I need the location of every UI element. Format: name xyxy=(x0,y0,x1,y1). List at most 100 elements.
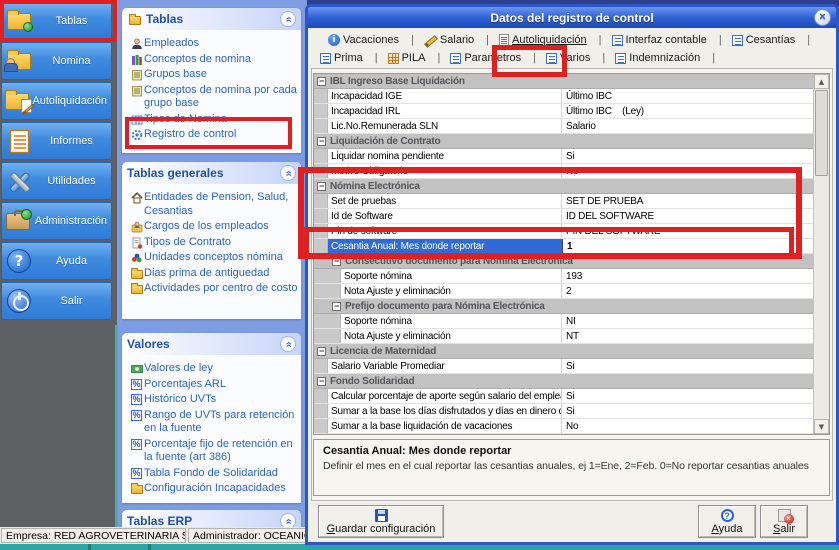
administration-toolbox-icon xyxy=(2,213,35,230)
collapse-icon[interactable] xyxy=(317,182,326,191)
colored-dots-icon xyxy=(129,252,144,264)
taskbar-tick xyxy=(148,544,151,550)
tab-indemnizacion[interactable]: Indemnización xyxy=(610,52,720,64)
save-configuration-button[interactable]: Guardar configuración xyxy=(318,505,444,538)
grid-row-nota-ajuste-prefijo[interactable]: Nota Ajuste y eliminación NT xyxy=(314,329,813,344)
sidebar-item-informes[interactable]: Informes xyxy=(1,122,112,160)
grid-row-sumar-dias[interactable]: Sumar a la base los días disfrutados y d… xyxy=(314,404,813,419)
grid-row-incapacidad-irl[interactable]: Incapacidad IRL Último IBC (Ley) xyxy=(314,104,813,119)
sidebar-item-autoliquidacion[interactable]: Autoliquidación xyxy=(1,82,112,120)
collapse-icon[interactable] xyxy=(332,302,341,311)
tab-vacaciones[interactable]: i Vacaciones xyxy=(323,34,419,46)
exit-icon xyxy=(778,509,791,522)
sidebar-item-administracion[interactable]: Administración xyxy=(1,202,112,240)
collapse-chevron-icon[interactable] xyxy=(280,165,296,181)
grid-row-set-de-pruebas[interactable]: Set de pruebas SET DE PRUEBA xyxy=(314,194,813,209)
nav-item-config-incapacidades[interactable]: Configuración Incapacidades xyxy=(129,482,299,496)
grid-row-nota-ajuste-consecutivo[interactable]: Nota Ajuste y eliminación 2 xyxy=(314,284,813,299)
tab-salario[interactable]: Salario xyxy=(419,34,494,47)
nav-item-dias-prima[interactable]: Dias prima de antiguedad xyxy=(129,267,299,281)
close-icon[interactable]: × xyxy=(814,9,831,26)
collapse-chevron-icon[interactable] xyxy=(280,336,296,352)
nav-item-conceptos-grupo-base[interactable]: Conceptos de nomina por cada grupo base xyxy=(129,84,299,111)
nav-item-unidades[interactable]: Unidades conceptos nómina xyxy=(129,251,299,265)
taskbar-tick xyxy=(88,544,91,550)
nav-item-empleados[interactable]: Empleados xyxy=(129,37,299,51)
task-card-header[interactable]: Valores xyxy=(122,333,301,355)
grid-row-cesantia-anual-selected[interactable]: Cesantia Anual: Mes donde reportar 1 xyxy=(314,239,813,254)
nav-item-grupos-base[interactable]: Grupos base xyxy=(129,68,299,82)
status-company: Empresa: RED AGROVETERINARIA S.A. xyxy=(1,528,186,543)
grid-row-salario-variable[interactable]: Salario Variable Promediar Si xyxy=(314,359,813,374)
grid-row-lic-no-remunerada[interactable]: Lic.No.Remunerada SLN Salario xyxy=(314,119,813,134)
tab-parametros[interactable]: Parametros xyxy=(445,52,541,64)
sidebar-item-nomina[interactable]: Nomina xyxy=(1,42,112,80)
collapse-icon[interactable] xyxy=(332,257,341,266)
nav-item-registro-de-control[interactable]: Registro de control xyxy=(129,128,299,142)
help-button[interactable]: ? Ayuda xyxy=(698,505,756,538)
nav-item-porcentajes-arl[interactable]: % Porcentajes ARL xyxy=(129,378,299,392)
dialog-title-bar[interactable]: Datos del registro de control × xyxy=(308,7,836,28)
exit-button[interactable]: Salir xyxy=(760,505,808,538)
grid-row-id-de-software[interactable]: Id de Software ID DEL SOFTWARE xyxy=(314,209,813,224)
nav-item-rango-uvts[interactable]: % Rango de UVTs para retención en la fue… xyxy=(129,409,299,436)
person-badge-icon xyxy=(129,221,144,233)
tab-pila[interactable]: PILA xyxy=(383,52,446,64)
grid-section-liquidacion-contrato: Liquidación de Contrato xyxy=(314,134,813,149)
collapse-icon[interactable] xyxy=(317,377,326,386)
tab-interfaz-contable[interactable]: Interfaz contable xyxy=(607,34,727,46)
nav-item-porcentaje-fijo[interactable]: % Porcentaje fijo de retención en la fue… xyxy=(129,438,299,465)
sidebar-item-utilidades[interactable]: Utilidades xyxy=(1,162,112,200)
nav-item-conceptos-nomina[interactable]: Conceptos de nomina xyxy=(129,53,299,67)
tab-autoliquidacion[interactable]: Autoliquidación xyxy=(494,34,606,46)
nav-item-tabla-fondo[interactable]: % Tabla Fondo de Solidaridad xyxy=(129,467,299,481)
grid-row-soporte-nomina-consecutivo[interactable]: Soporte nómina 193 xyxy=(314,269,813,284)
list-icon xyxy=(450,53,461,64)
tab-cesantias[interactable]: Cesantías xyxy=(727,34,815,46)
tab-varios[interactable]: Varios xyxy=(541,52,610,64)
grid-row-incapacidad-ige[interactable]: Incapacidad IGE Último IBC xyxy=(314,89,813,104)
property-grid: IBL Ingreso Base Liquidación Incapacidad… xyxy=(313,73,830,435)
sidebar-item-salir[interactable]: Salir xyxy=(1,282,112,320)
scroll-up-icon[interactable] xyxy=(814,74,829,89)
tab-row-2: Prima PILA Parametros Varios Indemnizaci… xyxy=(315,50,720,66)
grid-row-motivo-obligatorio[interactable]: Motivo Obligatorio No xyxy=(314,164,813,179)
grid-row-calcular-porcentaje[interactable]: Calcular porcentaje de aporte según sala… xyxy=(314,389,813,404)
task-card-header[interactable]: Tablas xyxy=(122,8,301,30)
scrollbar-thumb[interactable] xyxy=(815,90,828,176)
collapse-chevron-icon[interactable] xyxy=(280,11,296,27)
nav-item-cargos[interactable]: Cargos de los empleados xyxy=(129,220,299,234)
gear-icon xyxy=(129,129,144,141)
grid-row-sumar-vacaciones[interactable]: Sumar a la base liquidación de vacacione… xyxy=(314,419,813,434)
grid-row-pin-de-software[interactable]: Pin de software PIN DEL SOFTWARE xyxy=(314,224,813,239)
folder-icon xyxy=(127,14,142,25)
collapse-icon[interactable] xyxy=(317,77,326,86)
nav-item-tipos-nomina[interactable]: Tipos de Nomina xyxy=(129,113,299,127)
list-icon xyxy=(612,35,623,46)
scroll-down-icon[interactable] xyxy=(814,419,829,434)
grid-scrollbar[interactable] xyxy=(813,74,829,434)
collapse-icon[interactable] xyxy=(317,137,326,146)
grid-icon xyxy=(388,53,399,64)
sidebar-item-tablas[interactable]: Tablas xyxy=(1,2,112,40)
property-description-text: Definir el mes en el cual reportar las c… xyxy=(323,460,820,472)
sidebar-item-ayuda[interactable]: ? Ayuda xyxy=(1,242,112,280)
nav-item-valores-ley[interactable]: Valores de ley xyxy=(129,362,299,376)
nav-item-actividades[interactable]: Actividades por centro de costo xyxy=(129,282,299,296)
table-icon xyxy=(129,114,144,126)
dialog-datos-registro-control: Datos del registro de control × i Vacaci… xyxy=(305,4,839,545)
contract-document-icon xyxy=(129,237,144,249)
task-card-title: Tablas xyxy=(146,12,183,26)
grid-row-liquidar-pendiente[interactable]: Liquidar nomina pendiente Si xyxy=(314,149,813,164)
grid-row-soporte-nomina-prefijo[interactable]: Soporte nómina NI xyxy=(314,314,813,329)
percent-icon: % xyxy=(129,410,144,421)
percent-icon: % xyxy=(129,379,144,390)
nav-item-historico-uvts[interactable]: % Histórico UVTs xyxy=(129,393,299,407)
task-card-title: Valores xyxy=(127,337,170,351)
task-card-header[interactable]: Tablas generales xyxy=(122,162,301,184)
collapse-icon[interactable] xyxy=(317,347,326,356)
nav-item-tipos-contrato[interactable]: Tipos de Contrato xyxy=(129,236,299,250)
nav-item-entidades[interactable]: Entidades de Pension, Salud, Cesantias xyxy=(129,191,299,218)
tab-prima[interactable]: Prima xyxy=(315,52,383,64)
grid-section-licencia-maternidad: Licencia de Maternidad xyxy=(314,344,813,359)
